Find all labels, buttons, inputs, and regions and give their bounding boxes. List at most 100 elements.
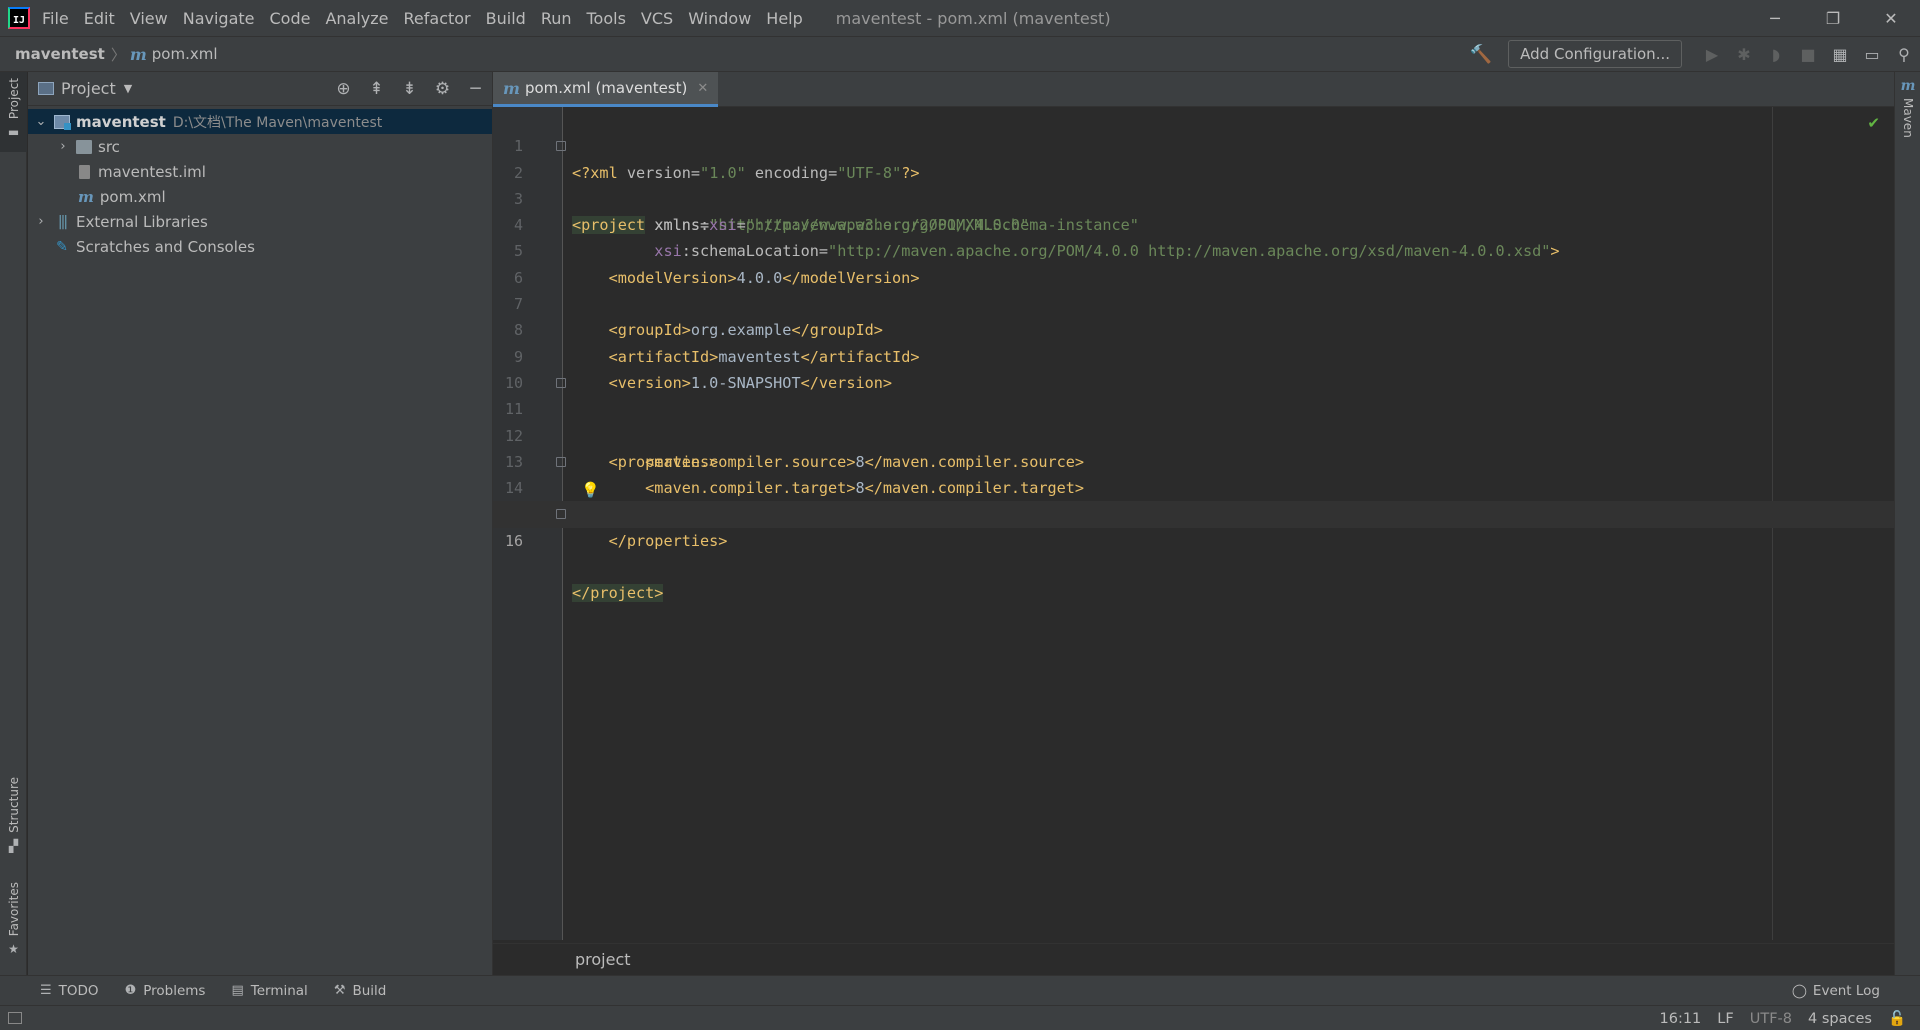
tree-item-external-libraries[interactable]: › ||| External Libraries — [28, 209, 492, 234]
add-configuration-button[interactable]: Add Configuration... — [1508, 40, 1682, 68]
code-line: 2 <project xmlns="http://maven.apache.or… — [493, 133, 1894, 235]
debug-icon[interactable]: ✱ — [1728, 45, 1760, 64]
project-panel-header: Project ▼ ⊕ ⇞ ⇟ ⚙ ─ — [28, 72, 492, 106]
restore-icon[interactable]: ❐ — [1804, 0, 1862, 36]
todo-label: TODO — [58, 982, 99, 999]
run-icon[interactable]: ▶ — [1696, 45, 1728, 64]
menu-analyze[interactable]: Analyze — [325, 9, 399, 28]
search-icon[interactable]: ⚲ — [1888, 45, 1920, 64]
right-tool-strip: m Maven — [1894, 72, 1920, 975]
menu-edit[interactable]: Edit — [84, 9, 126, 28]
caret-position[interactable]: 16:11 — [1660, 1011, 1702, 1027]
tree-item-pom[interactable]: m pom.xml — [28, 184, 492, 209]
fold-marker-icon[interactable] — [556, 509, 566, 520]
breadcrumb-item-project[interactable]: project — [575, 950, 631, 969]
line-content: </project> — [572, 580, 664, 606]
menu-build[interactable]: Build — [486, 9, 537, 28]
fold-marker-icon[interactable] — [556, 377, 566, 388]
editor-tab-bar: m pom.xml (maventest) ✕ — [493, 72, 1894, 107]
tree-item-scratches[interactable]: ✎ Scratches and Consoles — [28, 234, 492, 259]
maven-file-icon: m — [78, 187, 94, 206]
build-hammer-icon[interactable]: 🔨 — [1470, 44, 1492, 65]
favorites-tool-tab[interactable]: Favorites ★ — [0, 882, 27, 972]
fold-marker-icon[interactable] — [556, 456, 566, 467]
event-log-button[interactable]: ◯ Event Log — [1792, 976, 1880, 1006]
collapse-all-icon[interactable]: ⇟ — [393, 79, 426, 99]
file-encoding[interactable]: UTF-8 — [1750, 1011, 1792, 1027]
navigation-bar: maventest 〉 m pom.xml 🔨 Add Configuratio… — [0, 36, 1920, 72]
menu-help[interactable]: Help — [766, 9, 813, 28]
tree-item-src[interactable]: › src — [28, 134, 492, 159]
chevron-down-icon[interactable]: ⌄ — [34, 114, 48, 129]
chevron-right-icon[interactable]: › — [56, 139, 70, 154]
title-bar: IJ File Edit View Navigate Code Analyze … — [0, 0, 1920, 36]
code-line: 13 <maven.compiler.target>8</maven.compi… — [493, 423, 1894, 497]
build-label: Build — [352, 982, 387, 999]
code-line: 15 💡 — [493, 475, 1894, 523]
menu-run[interactable]: Run — [541, 9, 583, 28]
nav-crumb-file[interactable]: pom.xml — [152, 45, 218, 63]
problems-tool-button[interactable]: ❶ Problems — [125, 983, 206, 999]
menu-navigate[interactable]: Navigate — [183, 9, 266, 28]
module-icon — [54, 114, 71, 130]
folder-icon: ▬ — [7, 125, 20, 140]
code-line: 9 <version>1.0-SNAPSHOT</version> — [493, 317, 1894, 392]
favorites-tool-label: Favorites — [6, 882, 21, 937]
hide-panel-icon[interactable]: ─ — [459, 79, 492, 99]
chevron-right-icon[interactable]: › — [34, 214, 48, 229]
minimize-icon[interactable]: ─ — [1746, 0, 1804, 36]
locate-file-icon[interactable]: ⊕ — [327, 79, 360, 99]
project-structure-icon[interactable]: ▦ — [1824, 45, 1856, 64]
tree-item-label: src — [98, 137, 120, 156]
fold-marker-icon[interactable] — [556, 141, 566, 152]
structure-tool-tab[interactable]: Structure ▞ — [0, 777, 27, 857]
presentation-icon[interactable]: ▭ — [1856, 45, 1888, 64]
stop-icon[interactable]: ■ — [1792, 45, 1824, 64]
toggle-tool-windows-icon[interactable] — [8, 1012, 22, 1024]
close-icon[interactable]: ✕ — [697, 81, 708, 96]
lock-icon[interactable]: 🔓 — [1888, 1010, 1906, 1027]
close-icon[interactable]: ✕ — [1862, 0, 1920, 36]
chevron-right-icon: 〉 — [110, 45, 126, 64]
scratches-icon: ✎ — [56, 238, 68, 255]
structure-tool-label: Structure — [6, 777, 21, 833]
todo-tool-button[interactable]: ☰ TODO — [40, 983, 99, 999]
terminal-tool-button[interactable]: ▤ Terminal — [231, 983, 307, 999]
editor-tab-pom[interactable]: m pom.xml (maventest) ✕ — [493, 72, 719, 107]
maven-file-icon: m — [129, 44, 147, 64]
coverage-icon[interactable]: ◗ — [1760, 45, 1792, 64]
tree-item-label: maventest.iml — [98, 162, 206, 181]
menu-vcs[interactable]: VCS — [641, 9, 684, 28]
code-line: 12 <maven.compiler.source>8</maven.compi… — [493, 396, 1894, 471]
event-log-label: Event Log — [1812, 983, 1880, 999]
menu-refactor[interactable]: Refactor — [404, 9, 482, 28]
line-separator[interactable]: LF — [1717, 1011, 1733, 1027]
intellij-app-icon[interactable]: IJ — [8, 7, 30, 29]
code-line: 1 <?xml version="1.0" encoding="UTF-8"?> — [493, 107, 1894, 181]
project-panel-tools: ⊕ ⇞ ⇟ ⚙ ─ — [327, 72, 492, 106]
nav-crumb-project[interactable]: maventest — [15, 45, 105, 63]
lightbulb-icon[interactable]: 💡 — [581, 477, 600, 503]
indent-setting[interactable]: 4 spaces — [1808, 1011, 1872, 1027]
build-tool-button[interactable]: ⚒ Build — [334, 983, 387, 999]
project-view-selector[interactable]: Project — [61, 79, 116, 98]
expand-all-icon[interactable]: ⇞ — [360, 79, 393, 99]
project-panel: Project ▼ ⊕ ⇞ ⇟ ⚙ ─ ⌄ maventest D:\文档\Th… — [28, 72, 493, 975]
menu-tools[interactable]: Tools — [587, 9, 637, 28]
editor-breadcrumb: project — [493, 943, 1894, 975]
project-tool-tab[interactable]: Project ▬ — [0, 72, 27, 152]
tree-item-maventest[interactable]: ⌄ maventest D:\文档\The Maven\maventest — [28, 109, 492, 134]
menu-window[interactable]: Window — [688, 9, 762, 28]
chevron-down-icon[interactable]: ▼ — [124, 82, 132, 95]
code-editor[interactable]: 1 <?xml version="1.0" encoding="UTF-8"?>… — [493, 107, 1894, 603]
list-icon: ☰ — [40, 983, 52, 998]
maven-tool-tab[interactable]: m Maven — [1895, 78, 1920, 138]
run-toolbar: 🔨 Add Configuration... ▶ ✱ ◗ ■ ▦ ▭ ⚲ — [1470, 37, 1920, 71]
tree-item-iml[interactable]: maventest.iml — [28, 159, 492, 184]
editor-area: m pom.xml (maventest) ✕ ✔ 1 <?xml versio… — [493, 72, 1894, 975]
menu-view[interactable]: View — [130, 9, 179, 28]
menu-code[interactable]: Code — [270, 9, 322, 28]
gear-icon[interactable]: ⚙ — [426, 79, 459, 99]
tree-item-label: External Libraries — [76, 212, 208, 231]
menu-file[interactable]: File — [42, 9, 80, 28]
